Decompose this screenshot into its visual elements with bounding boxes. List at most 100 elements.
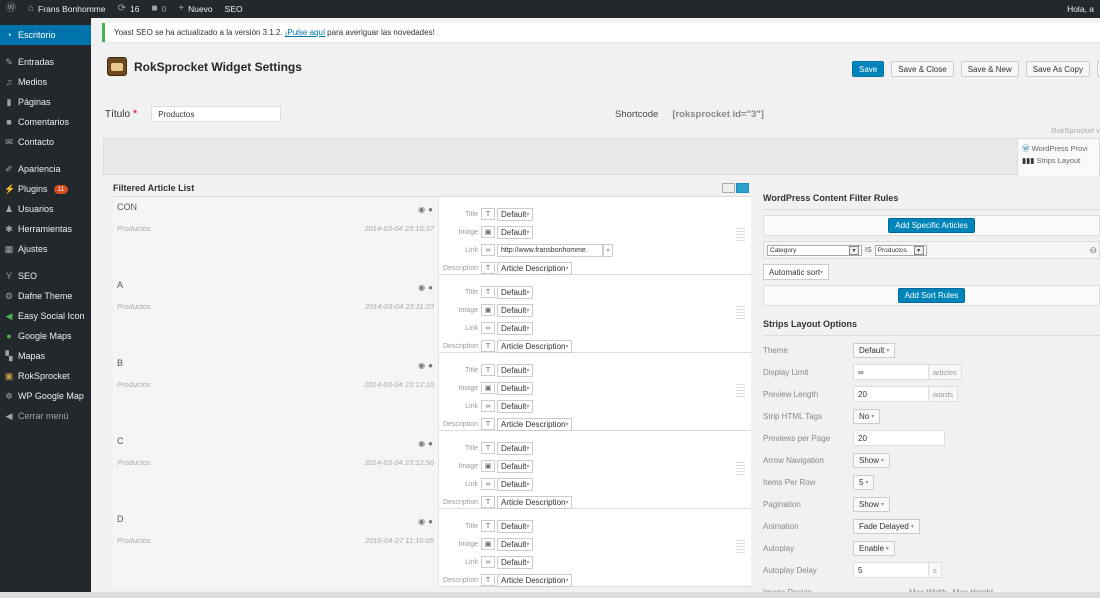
sidebar-item-entradas[interactable]: ✎ Entradas: [0, 52, 91, 72]
updates-menu[interactable]: ⟳ 16: [112, 0, 146, 18]
text-type-icon[interactable]: T: [481, 364, 495, 376]
sidebar-item-apariencia[interactable]: ✐ Apariencia: [0, 159, 91, 179]
drag-handle[interactable]: [736, 384, 745, 398]
previews-per-page-input[interactable]: 20: [853, 430, 945, 446]
text-type-icon[interactable]: T: [481, 496, 495, 508]
link-select[interactable]: Default: [497, 321, 534, 335]
article-row[interactable]: A ◉ ● Productos 2014-03-04 23:11:23 Title…: [113, 275, 751, 353]
sidebar-item-roksprocket[interactable]: ▣ RokSprocket: [0, 366, 91, 386]
rule-value-select[interactable]: Productos ▾: [874, 244, 927, 256]
sidebar-item-herramientas[interactable]: ✱ Herramientas: [0, 219, 91, 239]
new-content-menu[interactable]: + Nuevo: [172, 0, 218, 18]
info-icon[interactable]: ●: [428, 205, 433, 214]
image-select[interactable]: Default: [497, 537, 534, 551]
text-type-icon[interactable]: T: [481, 262, 495, 274]
image-type-icon[interactable]: ▣: [481, 226, 495, 238]
image-select[interactable]: Default: [497, 381, 534, 395]
add-specific-articles-button[interactable]: Add Specific Articles: [888, 218, 975, 233]
sidebar-item-paginas[interactable]: ▮ Páginas: [0, 92, 91, 112]
link-select[interactable]: Default: [497, 477, 534, 491]
title-select[interactable]: Default: [497, 519, 534, 533]
sidebar-item-google-maps[interactable]: ● Google Maps: [0, 326, 91, 346]
sort-dropdown[interactable]: Automatic sort ▾: [763, 264, 830, 280]
text-type-icon[interactable]: T: [481, 208, 495, 220]
title-select[interactable]: Default: [497, 441, 534, 455]
sidebar-item-dafne-theme[interactable]: ⚙ Dafne Theme: [0, 286, 91, 306]
title-input[interactable]: Productos: [151, 106, 282, 122]
chevron-down-icon[interactable]: ▾: [603, 243, 613, 257]
preview-eye-icon[interactable]: ◉: [418, 205, 425, 214]
strips-layout[interactable]: ▮▮▮ Strips Layout: [1022, 155, 1099, 167]
strip-html-select[interactable]: No: [853, 408, 881, 424]
save-button[interactable]: Save: [852, 61, 885, 77]
add-sort-rules-button[interactable]: Add Sort Rules: [897, 288, 966, 303]
image-type-icon[interactable]: ▣: [481, 538, 495, 550]
arrow-nav-select[interactable]: Show: [853, 452, 891, 468]
pagination-select[interactable]: Show: [853, 496, 891, 512]
description-select[interactable]: Article Description: [497, 417, 573, 431]
site-name-menu[interactable]: ⌂ Frans Bonhomme: [22, 0, 112, 18]
article-row[interactable]: B ◉ ● Productos 2014-03-04 23:12:10 Title…: [113, 353, 751, 431]
article-row[interactable]: D ◉ ● Productos 2016-04-27 11:16:05 Title…: [113, 509, 751, 587]
link-type-icon[interactable]: ∞: [481, 244, 495, 256]
comments-menu[interactable]: ■ 0: [145, 0, 172, 18]
account-menu[interactable]: Hola, a: [1061, 0, 1100, 18]
description-select[interactable]: Article Description: [497, 495, 573, 509]
preview-eye-icon[interactable]: ◉: [418, 517, 425, 526]
link-type-icon[interactable]: ∞: [481, 556, 495, 568]
sidebar-item-escritorio[interactable]: ◔ Escritorio: [0, 25, 91, 45]
image-select[interactable]: Default: [497, 225, 534, 239]
image-type-icon[interactable]: ▣: [481, 460, 495, 472]
wp-logo-menu[interactable]: Ⓦ: [0, 0, 22, 18]
sidebar-item-seo[interactable]: Y SEO: [0, 266, 91, 286]
image-select[interactable]: Default: [497, 459, 534, 473]
link-select[interactable]: Default: [497, 399, 534, 413]
info-icon[interactable]: ●: [428, 361, 433, 370]
sidebar-item-comentarios[interactable]: ■ Comentarios: [0, 112, 91, 132]
drag-handle[interactable]: [736, 540, 745, 554]
autoplay-select[interactable]: Enable: [853, 540, 895, 556]
drag-handle[interactable]: [736, 462, 745, 476]
save-new-button[interactable]: Save & New: [960, 61, 1019, 77]
link-select[interactable]: Default: [497, 555, 534, 569]
preview-eye-icon[interactable]: ◉: [418, 361, 425, 370]
sidebar-item-plugins[interactable]: ⚡ Plugins 11: [0, 179, 91, 199]
link-type-icon[interactable]: ∞: [481, 400, 495, 412]
link-type-icon[interactable]: ∞: [481, 478, 495, 490]
sidebar-item-usuarios[interactable]: ♟ Usuarios: [0, 199, 91, 219]
preview-eye-icon[interactable]: ◉: [418, 283, 425, 292]
display-limit-input[interactable]: ∞: [853, 364, 929, 380]
title-select[interactable]: Default: [497, 285, 534, 299]
items-per-row-select[interactable]: 5: [853, 474, 875, 490]
link-input[interactable]: http://www.fransbonhomme.: [497, 243, 603, 257]
sidebar-collapse-menu[interactable]: ◀ Cerrar menú: [0, 406, 91, 426]
image-type-icon[interactable]: ▣: [481, 382, 495, 394]
info-icon[interactable]: ●: [428, 283, 433, 292]
title-select[interactable]: Default: [497, 207, 534, 221]
info-icon[interactable]: ●: [428, 439, 433, 448]
sidebar-item-contacto[interactable]: ✉ Contacto: [0, 132, 91, 152]
compact-view-button[interactable]: [722, 183, 735, 193]
drag-handle[interactable]: [736, 306, 745, 320]
description-select[interactable]: Article Description: [497, 261, 573, 275]
animation-select[interactable]: Fade Delayed: [853, 518, 920, 534]
seo-menu[interactable]: SEO: [219, 0, 249, 18]
image-select[interactable]: Default: [497, 303, 534, 317]
theme-select[interactable]: Default: [853, 342, 896, 358]
autoplay-delay-input[interactable]: 5: [853, 562, 929, 578]
sidebar-item-easy-social-icon[interactable]: ◀ Easy Social Icon: [0, 306, 91, 326]
sidebar-item-ajustes[interactable]: ▦ Ajustes: [0, 239, 91, 259]
preview-length-input[interactable]: 20: [853, 386, 929, 402]
remove-rule-icon[interactable]: ⊖: [1089, 245, 1097, 256]
text-type-icon[interactable]: T: [481, 442, 495, 454]
text-type-icon[interactable]: T: [481, 340, 495, 352]
title-select[interactable]: Default: [497, 363, 534, 377]
text-type-icon[interactable]: T: [481, 286, 495, 298]
text-type-icon[interactable]: T: [481, 418, 495, 430]
sidebar-item-mapas[interactable]: ▚ Mapas: [0, 346, 91, 366]
article-row[interactable]: C ◉ ● Productos 2014-03-04 23:12:56 Title…: [113, 431, 751, 509]
wordpress-provider[interactable]: Ⓦ WordPress Provi: [1022, 143, 1099, 155]
text-type-icon[interactable]: T: [481, 520, 495, 532]
preview-eye-icon[interactable]: ◉: [418, 439, 425, 448]
image-type-icon[interactable]: ▣: [481, 304, 495, 316]
